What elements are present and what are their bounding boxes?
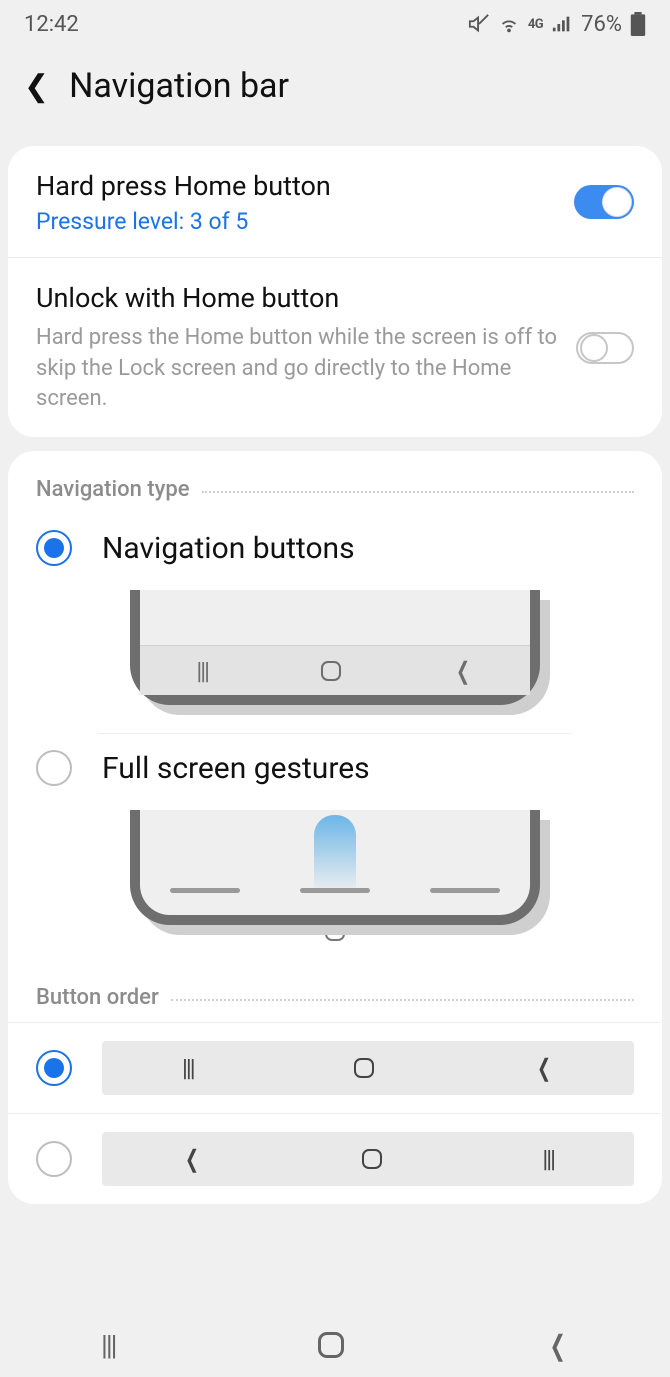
button-order-1[interactable]: ||| ❮ — [8, 1022, 662, 1113]
recents-icon: ||| — [196, 657, 208, 685]
hard-press-toggle[interactable] — [574, 185, 634, 219]
home-icon — [362, 1149, 382, 1169]
gesture-line-icon — [300, 888, 370, 893]
order-2-radio[interactable] — [36, 1141, 72, 1177]
home-icon — [321, 661, 341, 681]
back-nav-icon: ❮ — [537, 1054, 551, 1082]
back-nav-icon: ❮ — [185, 1145, 199, 1173]
status-right: 4G 76% — [468, 12, 646, 37]
status-bar: 12:42 4G 76% — [0, 0, 670, 48]
order-2-preview: ❮ ||| — [102, 1132, 634, 1186]
signal-icon — [551, 13, 573, 35]
gesture-line-icon — [170, 888, 240, 893]
divider-dots — [202, 491, 634, 493]
system-recents-button[interactable]: ||| — [101, 1329, 116, 1362]
back-icon[interactable]: ❮ — [24, 69, 49, 104]
recents-icon: ||| — [182, 1054, 194, 1082]
recents-icon: ||| — [542, 1145, 554, 1173]
unlock-sub: Hard press the Home button while the scr… — [36, 323, 558, 415]
network-4g-icon: 4G — [528, 17, 543, 32]
hard-press-row[interactable]: Hard press Home button Pressure level: 3… — [8, 146, 662, 257]
hard-press-sub: Pressure level: 3 of 5 — [36, 208, 556, 235]
mute-vibrate-icon — [468, 13, 490, 35]
unlock-row[interactable]: Unlock with Home button Hard press the H… — [8, 257, 662, 437]
order-1-preview: ||| ❮ — [102, 1041, 634, 1095]
nav-buttons-radio[interactable] — [36, 530, 72, 566]
page-header: ❮ Navigation bar — [0, 48, 670, 146]
gestures-preview — [8, 802, 662, 935]
gestures-label: Full screen gestures — [102, 751, 370, 786]
nav-buttons-option[interactable]: Navigation buttons — [8, 514, 662, 582]
hard-press-title: Hard press Home button — [36, 168, 556, 204]
system-back-button[interactable]: ❮ — [549, 1329, 565, 1362]
status-time: 12:42 — [24, 12, 79, 37]
button-order-header-label: Button order — [36, 985, 159, 1010]
nav-buttons-preview: ||| ❮ — [8, 582, 662, 733]
battery-icon — [630, 12, 646, 36]
page-title: Navigation bar — [69, 66, 289, 106]
nav-buttons-label: Navigation buttons — [102, 531, 355, 566]
divider-dots — [171, 999, 634, 1001]
gestures-radio[interactable] — [36, 750, 72, 786]
order-1-radio[interactable] — [36, 1050, 72, 1086]
gestures-below-home — [8, 921, 662, 959]
gestures-option[interactable]: Full screen gestures — [8, 734, 662, 802]
button-order-header: Button order — [8, 959, 662, 1022]
system-nav-bar: ||| ❮ — [0, 1313, 670, 1377]
nav-type-header: Navigation type — [8, 451, 662, 514]
settings-card-nav: Navigation type Navigation buttons ||| ❮… — [8, 451, 662, 1204]
nav-type-header-label: Navigation type — [36, 477, 190, 502]
system-home-button[interactable] — [318, 1332, 344, 1358]
battery-percent: 76% — [581, 12, 622, 37]
gesture-line-icon — [430, 888, 500, 893]
wifi-icon — [498, 13, 520, 35]
back-nav-icon: ❮ — [457, 657, 471, 685]
home-icon — [354, 1058, 374, 1078]
unlock-title: Unlock with Home button — [36, 280, 558, 316]
settings-card-buttons: Hard press Home button Pressure level: 3… — [8, 146, 662, 437]
button-order-2[interactable]: ❮ ||| — [8, 1113, 662, 1204]
unlock-toggle[interactable] — [576, 332, 634, 364]
